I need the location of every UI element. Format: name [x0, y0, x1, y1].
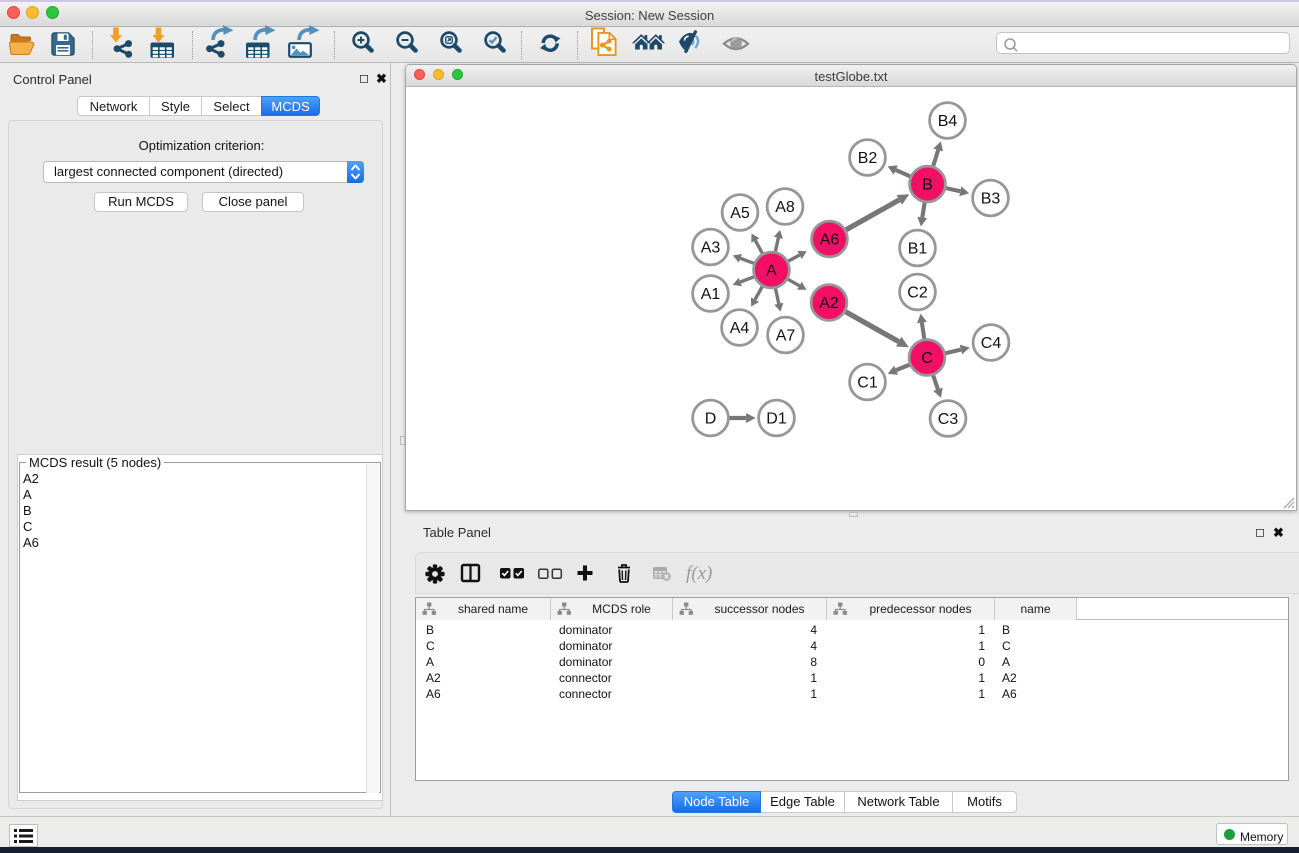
svg-text:C1: C1	[857, 375, 878, 392]
svg-text:D: D	[705, 411, 717, 428]
svg-text:A3: A3	[701, 240, 721, 257]
svg-text:A6: A6	[820, 232, 840, 249]
svg-text:A: A	[766, 263, 777, 280]
svg-text:B: B	[922, 177, 933, 194]
svg-text:A1: A1	[701, 286, 721, 303]
svg-text:B1: B1	[908, 241, 928, 258]
svg-text:B3: B3	[981, 191, 1001, 208]
svg-text:A5: A5	[730, 205, 750, 222]
svg-text:f(x): f(x)	[686, 563, 712, 584]
svg-text:B4: B4	[938, 113, 958, 130]
svg-text:A2: A2	[819, 295, 839, 312]
svg-text:C: C	[921, 350, 933, 367]
svg-text:D1: D1	[766, 411, 787, 428]
svg-text:B2: B2	[858, 150, 878, 167]
svg-text:A4: A4	[730, 320, 750, 337]
svg-text:C4: C4	[981, 335, 1002, 352]
svg-text:C3: C3	[938, 411, 959, 428]
svg-text:A7: A7	[776, 328, 796, 345]
svg-text:C2: C2	[907, 285, 928, 302]
svg-text:A8: A8	[775, 199, 795, 216]
